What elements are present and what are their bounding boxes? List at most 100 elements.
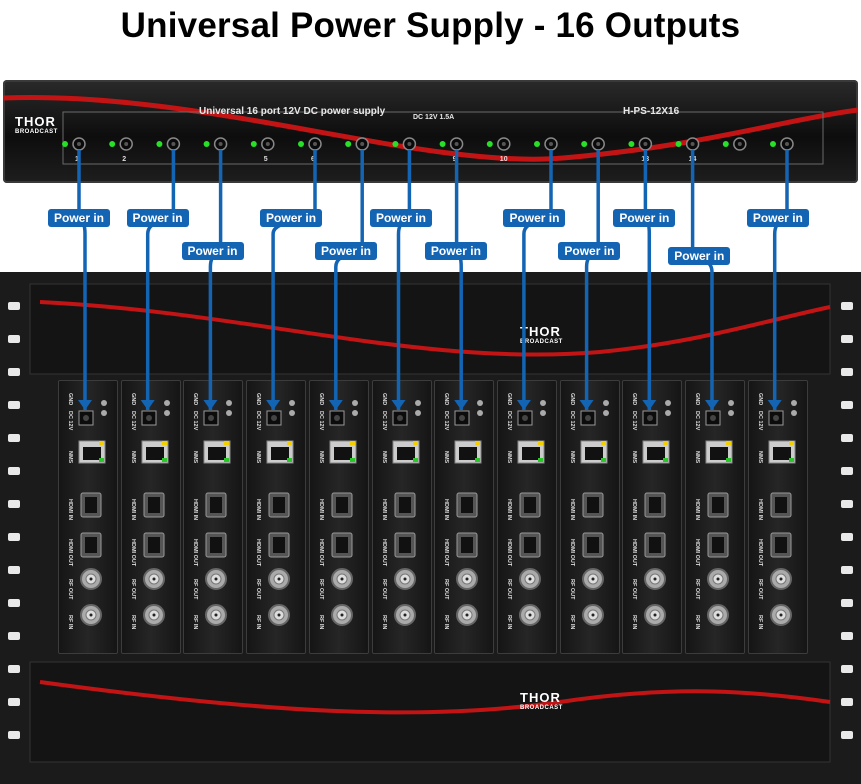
card-faceplate: GND DC 12V NMS HDMI IN HDMI OUT RF OUT RF IN <box>443 371 484 667</box>
card-label-hdmi-out: HDMI OUT <box>569 539 575 567</box>
card-label-gnd: GND <box>381 393 387 405</box>
card-faceplate: GND DC 12V NMS HDMI IN HDMI OUT RF OUT RF IN <box>255 371 296 667</box>
card-label-rf-in: RF IN <box>130 615 136 629</box>
card-label-hdmi-out: HDMI OUT <box>443 539 449 567</box>
receiver-card: GND DC 12V NMS HDMI IN HDMI OUT RF OUT RF IN <box>622 371 683 667</box>
card-label-rf-out: RF OUT <box>443 579 449 600</box>
card-faceplate: GND DC 12V NMS HDMI IN HDMI OUT RF OUT RF IN <box>318 371 358 667</box>
card-label-nms: NMS <box>569 451 575 464</box>
rack-rail-hole <box>8 368 20 376</box>
card-label-rf-in: RF IN <box>569 615 575 629</box>
psu-port-number: 14 <box>689 156 697 163</box>
rack-rail-hole <box>8 566 20 574</box>
psu-port-led <box>628 141 635 147</box>
card-label-hdmi-in: HDMI IN <box>631 499 637 520</box>
card-label-dc-12v: DC 12V <box>443 411 449 431</box>
psu-port-led <box>298 141 304 147</box>
psu-port-number: 2 <box>122 156 126 163</box>
rack-rail-hole <box>8 731 20 739</box>
card-label-hdmi-in: HDMI IN <box>318 499 324 520</box>
card-label-nms: NMS <box>381 451 387 464</box>
psu-rating: DC 12V 1.5A <box>413 114 455 121</box>
card-label-gnd: GND <box>569 393 575 405</box>
diagram-title: Universal Power Supply - 16 Outputs <box>120 6 741 45</box>
card-faceplate: GND DC 12V NMS HDMI IN HDMI OUT RF OUT RF IN <box>569 371 609 667</box>
card-label-hdmi-in: HDMI IN <box>255 499 261 520</box>
rack-rail-hole <box>8 632 20 640</box>
card-label-dc-12v: DC 12V <box>569 411 575 431</box>
rack-brand-logo-top: THOR BROADCAST <box>520 324 563 345</box>
psu-brand-logo: THOR BROADCAST <box>15 114 58 135</box>
card-label-hdmi-out: HDMI OUT <box>694 539 700 567</box>
psu-model-number: H-PS-12X16 <box>623 106 680 117</box>
psu-port-led <box>109 141 116 147</box>
rack-rail-hole <box>841 665 853 673</box>
rack-rail-hole <box>8 302 20 310</box>
power-in-label: Power in <box>369 209 432 227</box>
psu-port-number: 10 <box>500 156 508 163</box>
card-label-hdmi-in: HDMI IN <box>381 499 387 520</box>
psu-port-led <box>203 141 210 147</box>
rack-rail-hole <box>841 632 853 640</box>
card-label-rf-out: RF OUT <box>255 579 261 600</box>
psu-port-led <box>722 141 729 147</box>
rack-rail-hole <box>841 698 853 706</box>
card-label-dc-12v: DC 12V <box>67 411 73 431</box>
card-label-hdmi-in: HDMI IN <box>192 499 198 520</box>
card-label-rf-out: RF OUT <box>631 579 637 600</box>
rack-rail-hole <box>841 566 853 574</box>
rack-rail-hole <box>841 368 853 376</box>
power-in-label: Power in <box>424 242 487 260</box>
card-label-rf-out: RF OUT <box>506 579 512 600</box>
card-faceplate: GND DC 12V NMS HDMI IN HDMI OUT RF OUT RF IN <box>381 371 421 667</box>
card-label-hdmi-in: HDMI IN <box>130 499 136 520</box>
psu-port-number: 5 <box>264 156 268 163</box>
rack-rail-hole <box>841 302 853 310</box>
card-label-rf-in: RF IN <box>506 615 512 629</box>
power-in-label: Power in <box>260 209 323 227</box>
card-label-rf-in: RF IN <box>381 615 387 629</box>
card-label-hdmi-out: HDMI OUT <box>631 539 637 567</box>
card-label-nms: NMS <box>757 451 763 464</box>
card-label-dc-12v: DC 12V <box>757 411 763 431</box>
card-label-hdmi-in: HDMI IN <box>757 499 763 520</box>
rack-rail-hole <box>841 467 853 475</box>
rack-rail-hole <box>841 401 853 409</box>
receiver-card: GND DC 12V NMS HDMI IN HDMI OUT RF OUT RF IN <box>308 371 369 667</box>
psu-port-led <box>770 141 776 147</box>
rack-rail-hole <box>841 434 853 442</box>
card-label-gnd: GND <box>694 393 700 405</box>
psu-port-led <box>62 141 68 147</box>
card-label-nms: NMS <box>443 451 449 464</box>
psu-port-led <box>156 141 163 147</box>
card-label-rf-in: RF IN <box>192 615 198 629</box>
card-label-dc-12v: DC 12V <box>694 411 700 431</box>
rack-rail-hole <box>8 401 20 409</box>
card-label-rf-out: RF OUT <box>381 579 387 600</box>
card-faceplate: GND DC 12V NMS HDMI IN HDMI OUT RF OUT RF IN <box>506 371 546 667</box>
card-label-rf-in: RF IN <box>757 615 763 629</box>
psu-decoration: 1 2 5 6 9 10 13 14 <box>3 94 858 165</box>
card-label-nms: NMS <box>318 451 324 464</box>
psu-port-led <box>675 141 682 147</box>
rack-rail-hole <box>8 533 20 541</box>
card-label-nms: NMS <box>694 451 700 464</box>
card-label-gnd: GND <box>192 393 198 405</box>
card-label-hdmi-out: HDMI OUT <box>67 539 73 567</box>
card-label-nms: NMS <box>631 451 637 464</box>
receiver-card: GND DC 12V NMS HDMI IN HDMI OUT RF OUT RF IN <box>246 371 307 667</box>
psu-port-number: 1 <box>75 156 79 163</box>
card-faceplate: GND DC 12V NMS HDMI IN HDMI OUT RF OUT RF IN <box>757 371 797 667</box>
receiver-card: GND DC 12V NMS HDMI IN HDMI OUT RF OUT RF IN <box>496 371 557 667</box>
card-label-hdmi-out: HDMI OUT <box>192 539 198 567</box>
card-label-dc-12v: DC 12V <box>631 411 637 431</box>
card-label-gnd: GND <box>631 393 637 405</box>
receiver-card: GND DC 12V NMS HDMI IN HDMI OUT RF OUT RF IN <box>371 371 432 667</box>
card-label-gnd: GND <box>506 393 512 405</box>
card-label-rf-out: RF OUT <box>569 579 575 600</box>
card-label-hdmi-in: HDMI IN <box>443 499 449 520</box>
card-label-hdmi-in: HDMI IN <box>67 499 73 520</box>
rack-rail-hole <box>8 434 20 442</box>
psu-port-led <box>392 141 399 147</box>
card-label-nms: NMS <box>255 451 261 464</box>
